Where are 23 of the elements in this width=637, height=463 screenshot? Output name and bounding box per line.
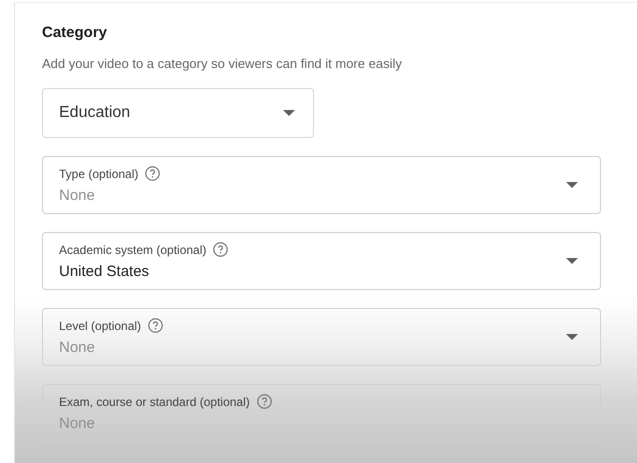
caret-icon [566, 182, 578, 188]
help-icon[interactable] [256, 394, 272, 409]
input-field[interactable]: Exam, course or standard (optional) None [42, 384, 601, 442]
caret-icon [566, 334, 578, 340]
field-label: Exam, course or standard (optional) [59, 394, 250, 408]
field-placeholder: None [59, 415, 96, 432]
field-label: Type (optional) [59, 166, 138, 180]
section-title: Category [42, 24, 108, 41]
caret-icon [283, 110, 295, 116]
caret-icon [566, 258, 578, 264]
field-label: Academic system (optional) [59, 242, 206, 256]
dropdown-field[interactable]: Academic system (optional) United States [42, 232, 601, 290]
category-dropdown[interactable]: Education [42, 88, 314, 138]
help-icon[interactable] [145, 166, 160, 181]
field-label: Level (optional) [59, 318, 142, 332]
field-value: United States [59, 263, 150, 280]
field-placeholder: None [59, 187, 96, 204]
help-icon[interactable] [213, 242, 228, 257]
help-icon[interactable] [148, 318, 164, 333]
dropdown-field[interactable]: Type (optional) None [42, 156, 601, 214]
field-placeholder: None [59, 339, 96, 356]
section-description: Add your video to a category so viewers can find it more easily [42, 56, 403, 71]
dropdown-field[interactable]: Level (optional) None [42, 308, 601, 366]
